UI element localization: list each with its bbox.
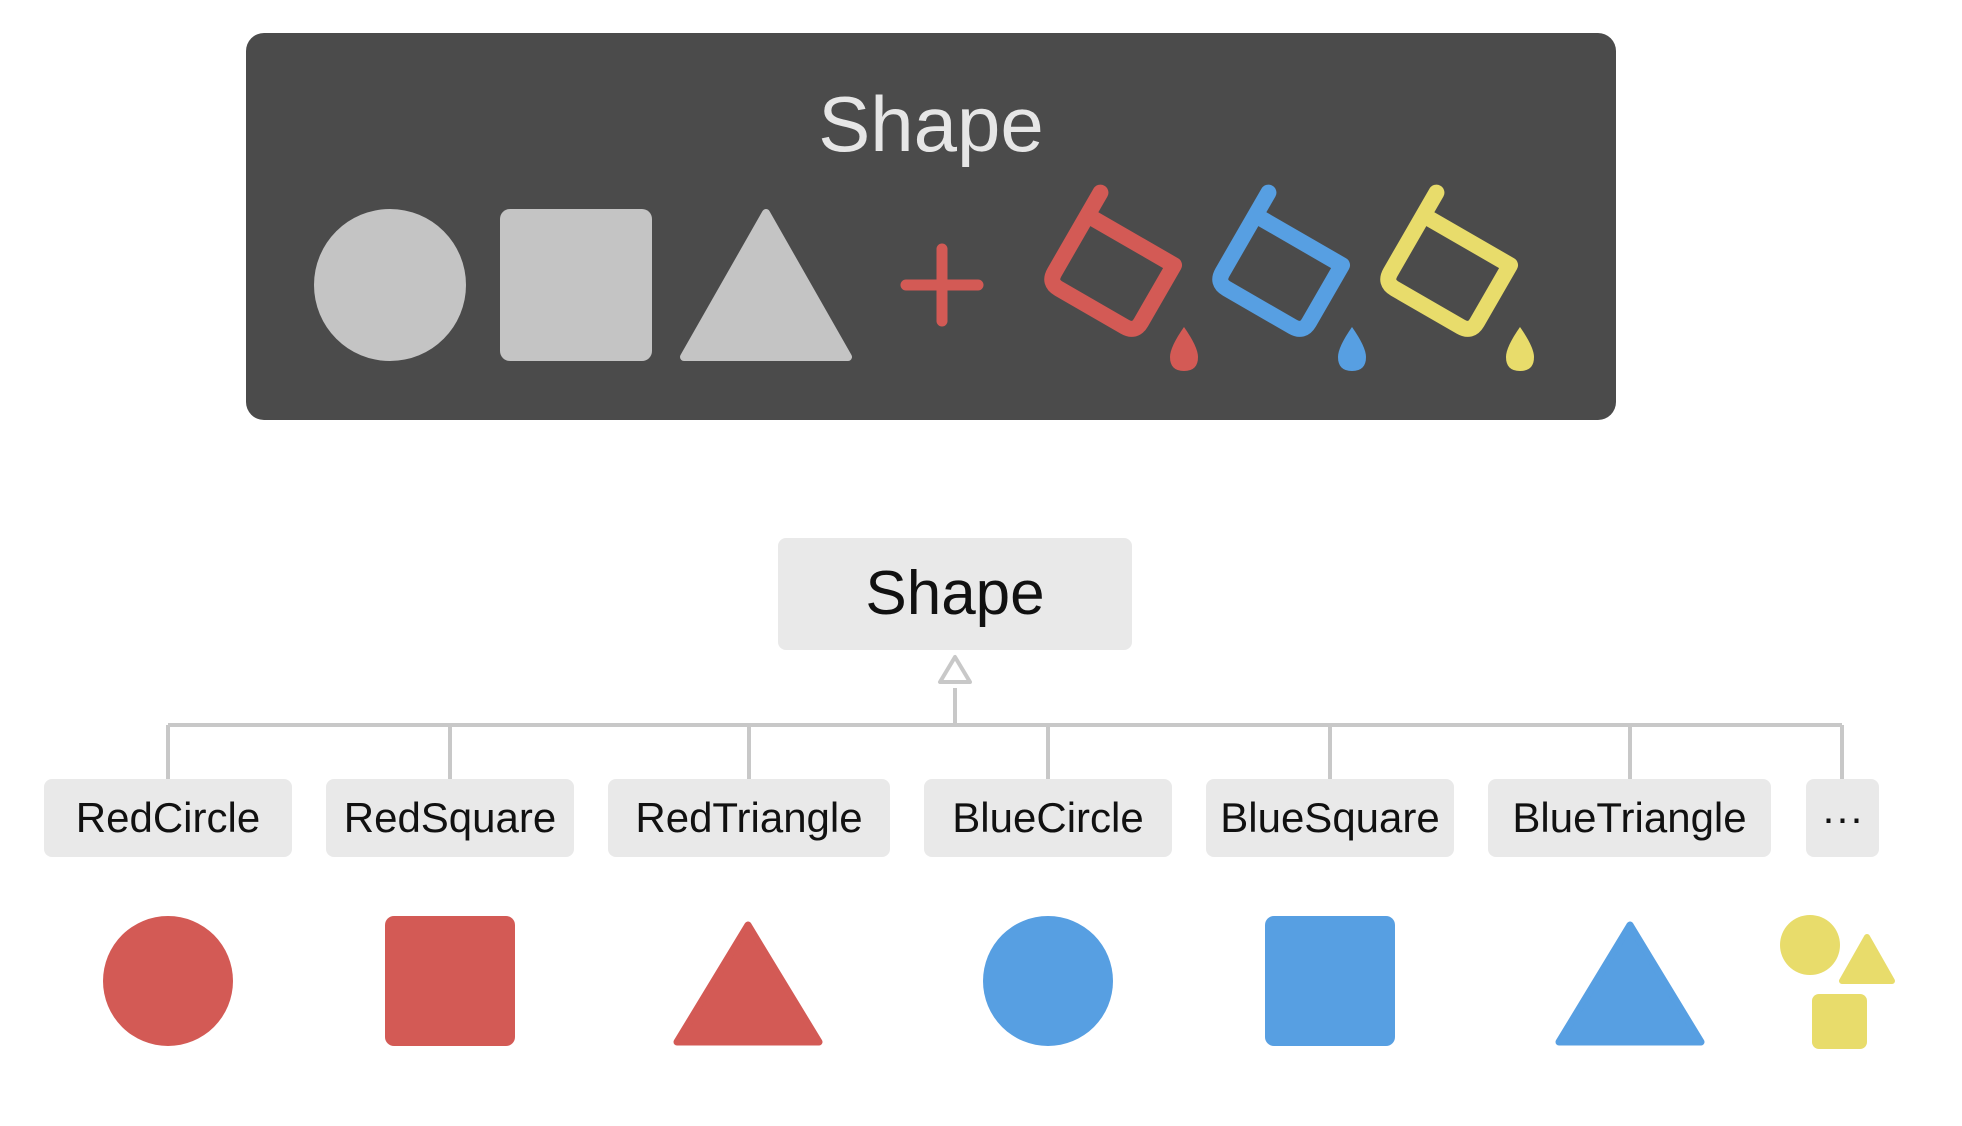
red-circle-icon xyxy=(103,916,233,1046)
colored-shapes-row xyxy=(103,915,1895,1049)
blue-triangle-icon xyxy=(1555,921,1705,1046)
blue-circle-icon xyxy=(983,916,1113,1046)
mixed-yellow-shapes-icon xyxy=(1780,915,1895,1049)
red-triangle-icon xyxy=(673,921,823,1046)
red-square-icon xyxy=(385,916,515,1046)
blue-square-icon xyxy=(1265,916,1395,1046)
